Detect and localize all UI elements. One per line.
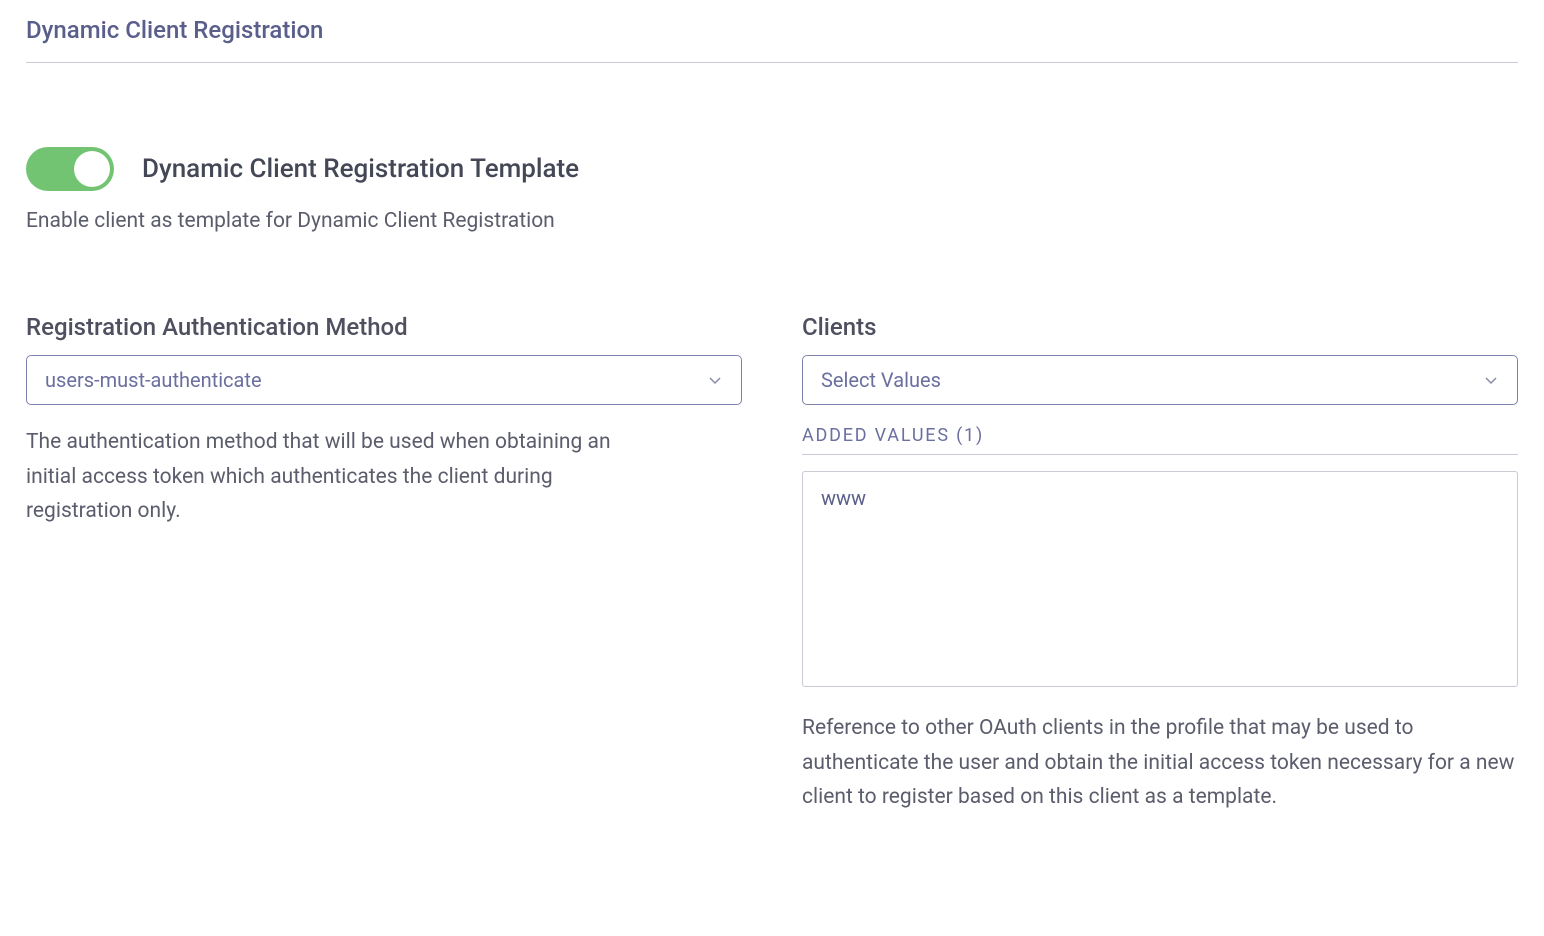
clients-description: Reference to other OAuth clients in the … [802, 711, 1518, 815]
chevron-down-icon [1483, 372, 1499, 388]
dcr-template-toggle-row: Dynamic Client Registration Template [26, 147, 1518, 191]
auth-method-value: users-must-authenticate [45, 368, 262, 392]
dcr-template-toggle-label: Dynamic Client Registration Template [142, 154, 579, 184]
added-values-divider [802, 454, 1518, 455]
auth-method-label: Registration Authentication Method [26, 313, 742, 341]
dcr-template-toggle[interactable] [26, 147, 114, 191]
auth-method-select[interactable]: users-must-authenticate [26, 355, 742, 405]
clients-label: Clients [802, 313, 1518, 341]
added-values-box[interactable]: www [802, 471, 1518, 687]
section-title: Dynamic Client Registration [26, 16, 1518, 44]
clients-select[interactable]: Select Values [802, 355, 1518, 405]
chevron-down-icon [707, 372, 723, 388]
clients-column: Clients Select Values ADDED VALUES (1) w… [802, 313, 1518, 815]
auth-method-column: Registration Authentication Method users… [26, 313, 742, 529]
toggle-knob [74, 151, 110, 187]
added-values-header: ADDED VALUES (1) [802, 425, 1518, 446]
auth-method-description: The authentication method that will be u… [26, 425, 646, 529]
fields-columns: Registration Authentication Method users… [26, 313, 1518, 815]
added-value-item[interactable]: www [821, 486, 1499, 510]
dynamic-client-registration-section: Dynamic Client Registration Dynamic Clie… [0, 0, 1544, 855]
clients-select-placeholder: Select Values [821, 368, 941, 392]
dcr-template-description: Enable client as template for Dynamic Cl… [26, 209, 1518, 233]
section-divider [26, 62, 1518, 63]
